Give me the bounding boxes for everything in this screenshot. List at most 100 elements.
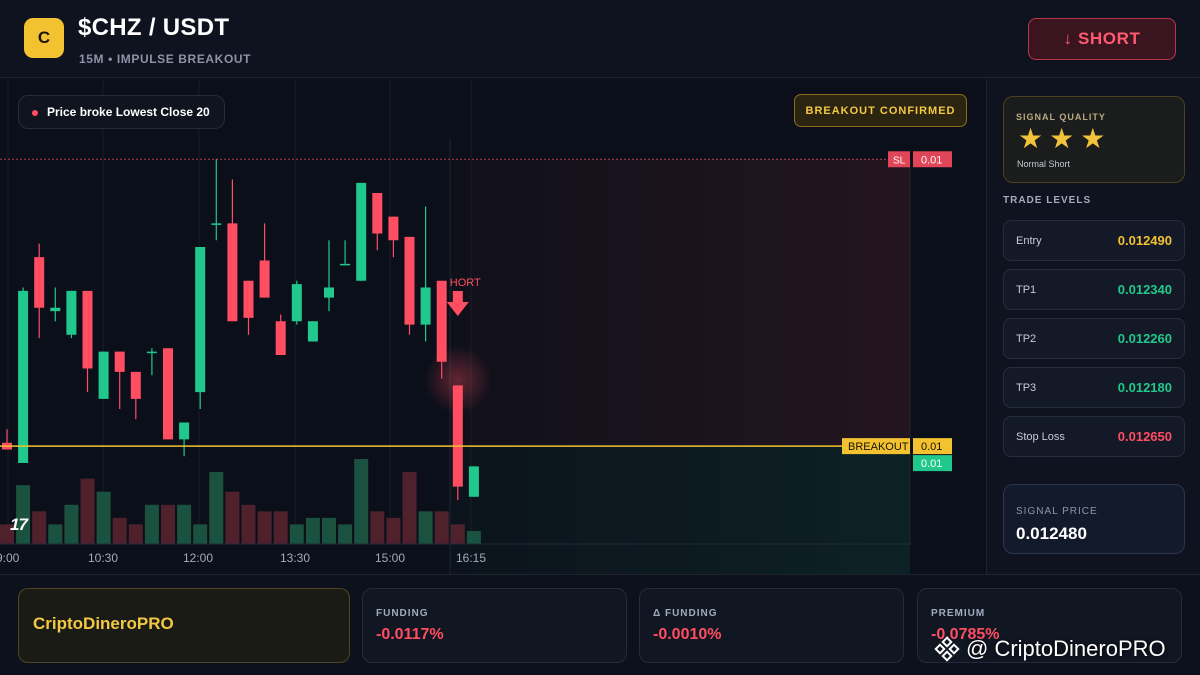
quality-stars: ★ ★ ★ [1018, 125, 1105, 153]
header: C $CHZ / USDT 15M • IMPULSE BREAKOUT ↓ S… [0, 0, 1200, 78]
short-button[interactable]: ↓ SHORT [1028, 18, 1176, 60]
trade-levels-title: TRADE LEVELS [1003, 195, 1092, 206]
signal-price-value: 0.012480 [1016, 524, 1087, 543]
risk-zone [450, 159, 910, 447]
level-row-tp2: TP2 0.012260 [1003, 318, 1185, 359]
time-tick-label: 12:00 [183, 551, 213, 565]
candle-body [195, 247, 206, 393]
candle-body [404, 236, 415, 325]
metric-value: -0.0117% [376, 626, 444, 643]
star-icon: ★ [1018, 123, 1044, 154]
candle-body [211, 223, 222, 225]
candle-body [420, 287, 431, 325]
alert-dot-icon [32, 110, 38, 116]
metric-label: FUNDING [376, 608, 429, 619]
volume-bar [177, 504, 192, 544]
volume-bar [80, 478, 95, 544]
candle-body [163, 348, 173, 440]
level-name: Entry [1016, 234, 1042, 247]
candle-body [130, 371, 141, 399]
level-value: 0.012650 [1117, 429, 1172, 444]
volume-bar [289, 524, 304, 544]
candle-body [50, 307, 61, 312]
level-row-entry: Entry 0.012490 [1003, 220, 1185, 261]
candle-body [356, 182, 367, 281]
candle-body [18, 290, 29, 463]
tradingview-logo-icon: 17 [10, 515, 28, 534]
volume-bar [434, 511, 449, 544]
volume-bar [161, 504, 175, 544]
level-value: 0.012340 [1117, 282, 1172, 297]
candle-body [259, 260, 270, 298]
time-tick-label: 9:00 [0, 551, 20, 565]
volume-bar [112, 517, 127, 544]
coin-logo: C [24, 18, 64, 58]
time-tick-label: 10:30 [88, 551, 118, 565]
volume-bar [257, 511, 272, 544]
metric-card-funding: FUNDING -0.0117% [362, 588, 627, 663]
candle-body [388, 216, 399, 241]
volume-bar [322, 517, 336, 544]
candle-body [98, 351, 109, 399]
level-row-stop-loss: Stop Loss 0.012650 [1003, 416, 1185, 457]
volume-bar [32, 511, 47, 544]
volume-bar [96, 491, 111, 544]
price-chart[interactable]: HORT SL 0.01 BREAKOUT 0.01 0.01 9:00 10:30 12:… [0, 79, 986, 574]
pair-subtitle: 15M • IMPULSE BREAKOUT [79, 52, 252, 66]
candlestick-chart: HORT SL 0.01 BREAKOUT 0.01 0.01 9:00 10:30 12:… [0, 79, 952, 574]
candle-body [340, 263, 351, 266]
breakout-info-pill: Price broke Lowest Close 20 [18, 95, 225, 129]
volume-bar [48, 524, 63, 544]
watermark-text: @ CriptoDineroPRO [966, 636, 1166, 661]
watermark: @ CriptoDineroPRO [934, 636, 1166, 662]
level-value: 0.012260 [1117, 331, 1172, 346]
volume-bar [386, 517, 401, 544]
binance-logo-icon [934, 636, 960, 662]
signal-price-title: SIGNAL PRICE [1016, 506, 1098, 517]
level-row-tp1: TP1 0.012340 [1003, 269, 1185, 310]
sl-price-value: 0.01 [921, 154, 942, 166]
metric-label: PREMIUM [931, 608, 986, 619]
level-name: TP2 [1016, 332, 1037, 345]
brand-card: CriptoDineroPRO [18, 588, 350, 663]
brand-name: CriptoDineroPRO [33, 614, 174, 633]
breakout-info-text: Price broke Lowest Close 20 [47, 105, 210, 119]
candle-body [34, 257, 45, 308]
last-price-value: 0.01 [921, 458, 942, 470]
volume-bar [370, 511, 385, 544]
level-row-tp3: TP3 0.012180 [1003, 367, 1185, 408]
volume-bar [338, 524, 353, 544]
candle-body [324, 287, 334, 298]
candle-body [372, 193, 383, 234]
target-zone [450, 446, 910, 574]
volume-bar [209, 472, 224, 544]
breakout-confirmed-badge: BREAKOUT CONFIRMED [794, 94, 967, 127]
volume-bar [128, 524, 143, 544]
level-value: 0.012490 [1117, 233, 1172, 248]
volume-bar [225, 491, 240, 544]
level-value: 0.012180 [1117, 380, 1172, 395]
candle-body [275, 321, 286, 355]
candle-body [243, 280, 254, 318]
level-name: Stop Loss [1016, 430, 1065, 443]
star-icon: ★ [1049, 123, 1075, 154]
star-icon: ★ [1080, 123, 1106, 154]
volume-bar [354, 459, 369, 544]
candle-body [82, 290, 93, 369]
candle-body [468, 466, 479, 497]
volume-bar [144, 504, 159, 544]
volume-bar [418, 511, 433, 544]
candle-body [179, 422, 190, 440]
candle-body [146, 351, 157, 354]
volume-bar [273, 511, 288, 544]
short-marker-label: HORT [450, 277, 481, 289]
volume-bar [466, 530, 481, 544]
level-name: TP1 [1016, 283, 1037, 296]
level-name: TP3 [1016, 381, 1037, 394]
time-tick-label: 13:30 [280, 551, 310, 565]
sl-tag-label: SL [893, 155, 906, 166]
volume-bar [241, 504, 256, 544]
breakout-tag-label: BREAKOUT [848, 441, 909, 453]
breakout-price-value: 0.01 [921, 441, 942, 453]
signal-quality-label: Normal Short [1017, 159, 1071, 169]
